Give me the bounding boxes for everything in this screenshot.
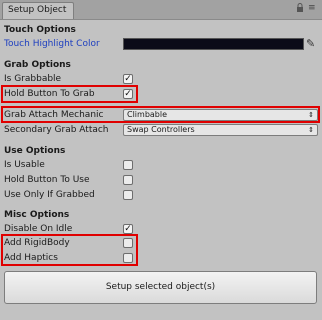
use-only-if-grabbed-checkbox[interactable] [123,190,133,200]
add-rigidbody-checkbox[interactable] [123,238,133,248]
is-usable-checkbox[interactable] [123,160,133,170]
add-rigidbody-label: Add RigidBody [4,238,70,248]
touch-highlight-color-label: Touch Highlight Color [4,39,100,49]
is-grabbable-label: Is Grabbable [4,74,62,84]
misc-options-header: Misc Options [4,210,70,220]
is-usable-label: Is Usable [4,160,45,170]
disable-on-idle-checkbox[interactable]: ✓ [123,224,133,234]
hold-button-to-grab-label: Hold Button To Grab [4,89,95,99]
hold-button-to-use-checkbox[interactable] [123,175,133,185]
secondary-grab-attach-value: Swap Controllers [127,125,195,134]
grab-attach-mechanic-label: Grab Attach Mechanic [4,110,104,120]
menu-icon[interactable]: ≡ [308,3,316,13]
window-titlebar: Setup Object ≡ [0,0,322,20]
use-options-header: Use Options [4,146,66,156]
grab-attach-mechanic-value: Climbable [127,110,168,119]
secondary-grab-attach-dropdown[interactable]: Swap Controllers ⇕ [123,124,318,136]
grab-options-header: Grab Options [4,60,71,70]
lock-icon[interactable] [296,3,304,12]
secondary-grab-attach-label: Secondary Grab Attach [4,125,109,135]
add-haptics-label: Add Haptics [4,253,58,263]
disable-on-idle-label: Disable On Idle [4,224,73,234]
hold-button-to-grab-checkbox[interactable]: ✓ [123,89,133,99]
dropdown-arrows-icon: ⇕ [308,126,314,134]
eyedropper-icon[interactable]: ✎ [306,37,315,50]
use-only-if-grabbed-label: Use Only If Grabbed [4,190,95,200]
dropdown-arrows-icon: ⇕ [308,111,314,119]
hold-button-to-use-label: Hold Button To Use [4,175,90,185]
setup-selected-objects-button[interactable]: Setup selected object(s) [4,271,317,304]
touch-options-header: Touch Options [4,25,76,35]
is-grabbable-checkbox[interactable]: ✓ [123,74,133,84]
grab-attach-mechanic-dropdown[interactable]: Climbable ⇕ [123,109,318,121]
touch-highlight-color-field[interactable] [123,38,304,50]
add-haptics-checkbox[interactable] [123,253,133,263]
tab-setup-object[interactable]: Setup Object [2,2,74,19]
inspector-panel: Touch Options Touch Highlight Color ✎ Gr… [0,20,322,320]
